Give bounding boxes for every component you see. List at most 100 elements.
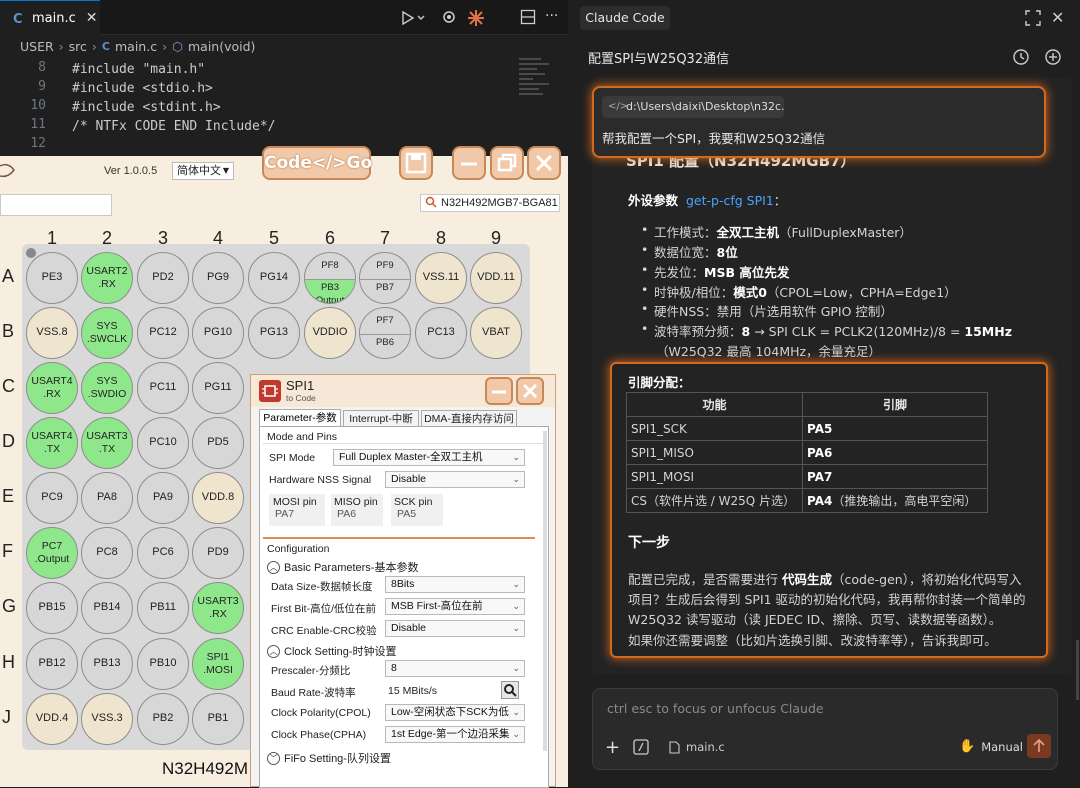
table-cell-pin: PA7 bbox=[802, 464, 988, 489]
new-chat-icon[interactable] bbox=[1044, 48, 1062, 66]
mosi-pin-value: PA7 bbox=[275, 508, 295, 520]
pin-usart3[interactable]: USART3 .RX bbox=[192, 582, 244, 634]
pin-pa9[interactable]: PA9 bbox=[137, 472, 189, 524]
close-icon[interactable]: ✕ bbox=[1051, 8, 1064, 27]
chevron-down-icon: ⌄ bbox=[512, 579, 520, 589]
pin-vdd8[interactable]: VDD.8 bbox=[192, 472, 244, 524]
params-line: 外设参数 get-p-cfg SPI1： bbox=[628, 190, 786, 209]
pin-vss8[interactable]: VSS.8 bbox=[26, 307, 78, 359]
bullet-continuation: （W25Q32 最高 104MHz，余量充足） bbox=[656, 344, 882, 359]
pin-pf7-pb6[interactable]: PF7 PB6 bbox=[359, 307, 411, 359]
claude-code-panel: Claude Code ✕ 配置SPI与W25Q32通信 SPI1 配置（N32… bbox=[576, 0, 1080, 787]
panel-scrollbar[interactable] bbox=[1076, 640, 1079, 700]
pin-pb15[interactable]: PB15 bbox=[26, 582, 78, 634]
pin-vss11[interactable]: VSS.11 bbox=[415, 252, 467, 304]
pin-sys[interactable]: SYS .SWCLK bbox=[81, 307, 133, 359]
pin-pg10[interactable]: PG10 bbox=[192, 307, 244, 359]
data-size-select[interactable]: 8Bits ⌄ bbox=[385, 576, 525, 593]
pin-vbat[interactable]: VBAT bbox=[470, 307, 522, 359]
pin-vss3[interactable]: VSS.3 bbox=[81, 693, 133, 745]
row-label: E bbox=[2, 486, 15, 506]
pin-pf9-pb7[interactable]: PF9 PB7 bbox=[359, 252, 411, 304]
code-icon: </> bbox=[608, 101, 629, 112]
pin-usart2[interactable]: USART2 .RX bbox=[81, 252, 133, 304]
scrollbar[interactable] bbox=[543, 431, 547, 751]
bullet-item: 波特率预分频：8 → SPI CLK = PCLK2(120MHz)/8 = 1… bbox=[641, 321, 1012, 340]
pin-pc12[interactable]: PC12 bbox=[137, 307, 189, 359]
row-label: A bbox=[2, 266, 15, 286]
baud-search-button[interactable] bbox=[501, 681, 519, 699]
tab-dma[interactable]: DMA-直接内存访问 bbox=[421, 410, 517, 427]
clock-settings-header[interactable]: ︿ Clock Setting-时钟设置 bbox=[267, 643, 396, 659]
pin-pc7[interactable]: PC7 .Output bbox=[26, 527, 78, 579]
pin-usart4[interactable]: USART4 .TX bbox=[26, 417, 78, 469]
pin-pb12[interactable]: PB12 bbox=[26, 638, 78, 690]
pin-pc11[interactable]: PC11 bbox=[137, 362, 189, 414]
pin-vddio[interactable]: VDDIO bbox=[304, 307, 356, 359]
first-bit-select[interactable]: MSB First-高位在前 ⌄ bbox=[385, 598, 525, 615]
history-icon[interactable] bbox=[1012, 48, 1030, 66]
first-bit-label: First Bit-高位/低位在前 bbox=[271, 603, 376, 615]
maximize-icon[interactable] bbox=[1025, 10, 1041, 26]
pin-pc8[interactable]: PC8 bbox=[81, 527, 133, 579]
pin-usart3[interactable]: USART3 .TX bbox=[81, 417, 133, 469]
pin-pa8[interactable]: PA8 bbox=[81, 472, 133, 524]
claude-code-tab[interactable]: Claude Code bbox=[580, 6, 670, 30]
close-icon bbox=[522, 383, 538, 399]
tab-interrupt[interactable]: Interrupt-中断 bbox=[343, 410, 419, 427]
pin-pc6[interactable]: PC6 bbox=[137, 527, 189, 579]
pin-pc13[interactable]: PC13 bbox=[415, 307, 467, 359]
spi-dialog-title: SPI1 bbox=[286, 378, 315, 393]
tab-parameter[interactable]: Parameter-参数 bbox=[259, 409, 341, 427]
file-path-chip[interactable]: </> d:\Users\daixi\Desktop\n32c... bbox=[602, 96, 784, 118]
pin-pc9[interactable]: PC9 bbox=[26, 472, 78, 524]
plus-icon[interactable]: + bbox=[605, 737, 620, 758]
pin-pg14[interactable]: PG14 bbox=[248, 252, 300, 304]
pin-pb13[interactable]: PB13 bbox=[81, 638, 133, 690]
send-button[interactable] bbox=[1027, 734, 1051, 758]
pin-pb1[interactable]: PB1 bbox=[192, 693, 244, 745]
pin-pc10[interactable]: PC10 bbox=[137, 417, 189, 469]
file-context-chip[interactable]: main.c bbox=[669, 740, 725, 754]
pin-pg13[interactable]: PG13 bbox=[248, 307, 300, 359]
spi-minimize-button[interactable] bbox=[485, 377, 513, 405]
fifo-settings-header[interactable]: ﹀ FiFo Setting-队列设置 bbox=[267, 750, 391, 766]
prescaler-select[interactable]: 8 ⌄ bbox=[385, 660, 525, 677]
pin-usart4[interactable]: USART4 .RX bbox=[26, 362, 78, 414]
pin-pd5[interactable]: PD5 bbox=[192, 417, 244, 469]
pin-pg9[interactable]: PG9 bbox=[192, 252, 244, 304]
pin-pb11[interactable]: PB11 bbox=[137, 582, 189, 634]
chip-bottom-label: N32H492M bbox=[162, 759, 248, 778]
pin-pb2[interactable]: PB2 bbox=[137, 693, 189, 745]
crc-select[interactable]: Disable ⌄ bbox=[385, 620, 525, 637]
cpol-select[interactable]: Low-空闲状态下SCK为低 ⌄ bbox=[385, 704, 525, 721]
row-label: C bbox=[2, 376, 15, 396]
sck-pin-value: PA5 bbox=[397, 508, 417, 520]
baud-rate-label: Baud Rate-波特率 bbox=[271, 687, 356, 699]
pin-spi1[interactable]: SPI1 .MOSI bbox=[192, 638, 244, 690]
pin-pb10[interactable]: PB10 bbox=[137, 638, 189, 690]
pin-pd9[interactable]: PD9 bbox=[192, 527, 244, 579]
slash-command-icon[interactable] bbox=[633, 739, 649, 755]
params-link[interactable]: get-p-cfg SPI1 bbox=[686, 193, 774, 208]
mode-toggle[interactable]: ✋ Manual bbox=[959, 739, 1023, 754]
pin-pf8-pb3[interactable]: PF8 PB3 Output bbox=[304, 252, 356, 304]
miso-pin-value: PA6 bbox=[337, 508, 357, 520]
pin-pe3[interactable]: PE3 bbox=[26, 252, 78, 304]
file-chip-label: main.c bbox=[686, 740, 725, 754]
pin-pb14[interactable]: PB14 bbox=[81, 582, 133, 634]
cpha-select[interactable]: 1st Edge-第一个边沿采集 ⌄ bbox=[385, 726, 525, 743]
params-label: 外设参数 bbox=[628, 193, 679, 208]
basic-params-header[interactable]: ︿ Basic Parameters-基本参数 bbox=[267, 559, 418, 575]
pin-sys[interactable]: SYS .SWDIO bbox=[81, 362, 133, 414]
nss-select[interactable]: Disable ⌄ bbox=[385, 471, 525, 488]
prompt-input-box[interactable]: ctrl esc to focus or unfocus Claude + ma… bbox=[592, 688, 1058, 770]
pin-vdd11[interactable]: VDD.11 bbox=[470, 252, 522, 304]
pin-pd2[interactable]: PD2 bbox=[137, 252, 189, 304]
pin-vdd4[interactable]: VDD.4 bbox=[26, 693, 78, 745]
spi-mode-select[interactable]: Full Duplex Master-全双工主机 ⌄ bbox=[333, 449, 525, 466]
clock-settings-title: Clock Setting-时钟设置 bbox=[284, 646, 397, 658]
pin-pg11[interactable]: PG11 bbox=[192, 362, 244, 414]
chevron-down-icon: ⌄ bbox=[512, 452, 520, 462]
spi-close-button[interactable] bbox=[516, 377, 544, 405]
